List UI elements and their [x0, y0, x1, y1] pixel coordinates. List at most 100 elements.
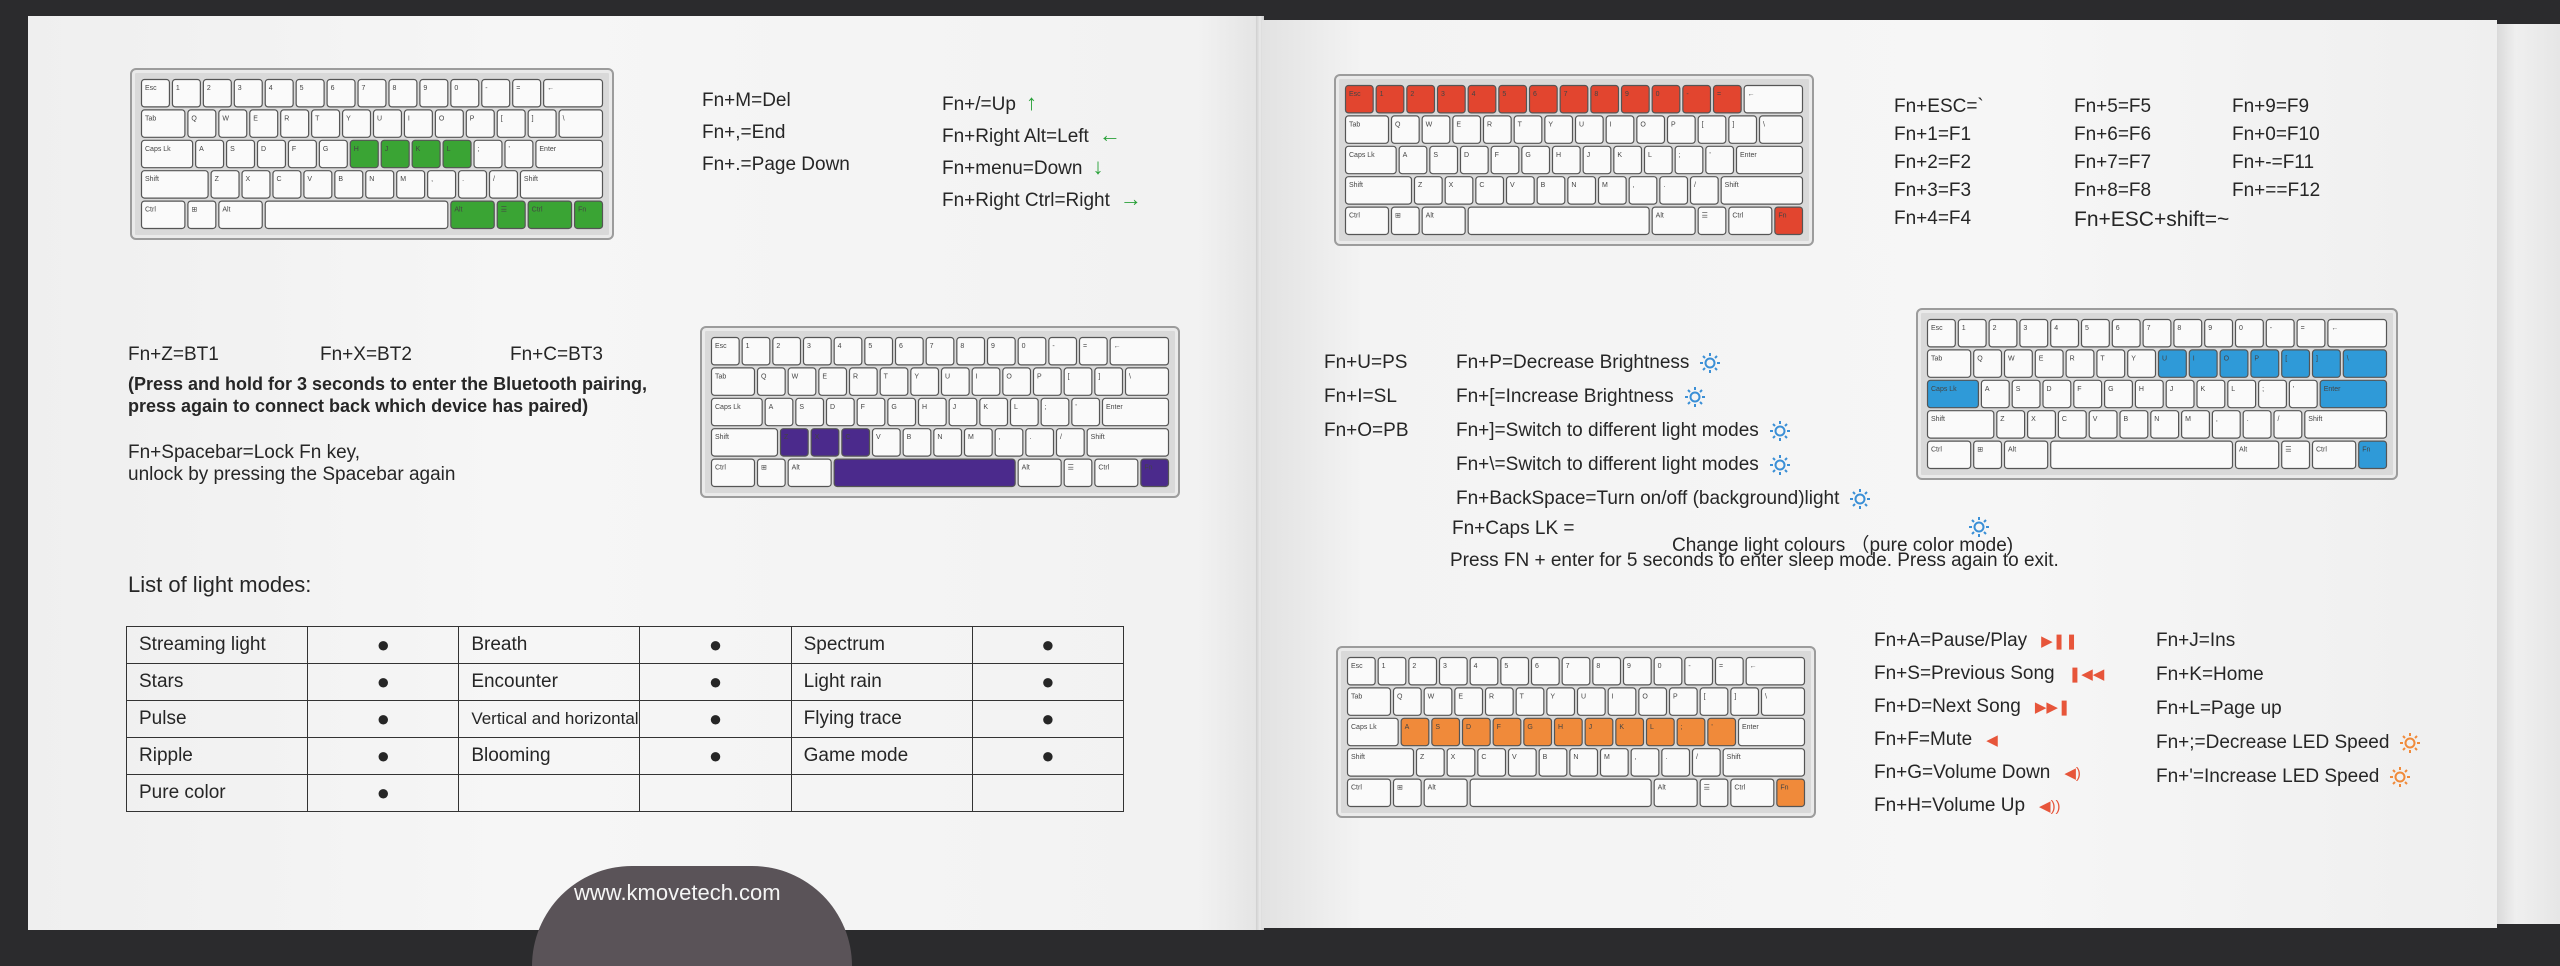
- media-shortcut: Fn+G=Volume Down ◀): [1874, 762, 2081, 783]
- keycap-label: Tab: [145, 115, 156, 122]
- keycap-label: 2: [1412, 663, 1416, 670]
- keycap-label: T: [1518, 121, 1523, 128]
- keycap-label: Enter: [2324, 386, 2341, 393]
- keycap: [1743, 84, 1804, 114]
- keycap-label: I: [1610, 121, 1612, 128]
- keycap-label: 0: [1022, 343, 1026, 350]
- media-shortcut: Fn+H=Volume Up ◀)): [1874, 795, 2061, 816]
- keycap: [1584, 717, 1614, 747]
- keycap: [512, 78, 542, 108]
- keycap-label: ☰: [1704, 785, 1710, 792]
- keycap-label: [: [501, 115, 503, 122]
- keycap-label: U: [1581, 693, 1586, 700]
- keycap: [2265, 318, 2295, 348]
- keycap: [1513, 115, 1543, 144]
- keycap-label: Z: [215, 176, 220, 183]
- keycap: [2003, 440, 2049, 470]
- keycap: [710, 458, 756, 488]
- keycap-label: G: [323, 146, 328, 153]
- keycap-label: .: [2247, 416, 2249, 423]
- fkey-shortcut: Fn+3=F3: [1894, 180, 1972, 201]
- keycap-label: Esc: [1931, 325, 1943, 332]
- keycap-label: Fn: [578, 207, 586, 214]
- mode-dot: ●: [639, 737, 792, 775]
- keycap: [1346, 748, 1415, 777]
- keycap-label: ←: [2331, 325, 2338, 332]
- keycap-label: B: [1541, 182, 1546, 189]
- keycap-label: Alt: [1426, 213, 1434, 220]
- keycap-label: 4: [838, 343, 842, 350]
- media-icon: ▶❚❚: [2041, 632, 2078, 650]
- keycap-label: Shift: [1349, 182, 1363, 189]
- fkey-shortcut: Fn+==F12: [2232, 180, 2321, 201]
- keycap: [1760, 687, 1806, 716]
- keycap: [140, 109, 186, 138]
- keycap: [1973, 440, 2003, 470]
- keycap-label: ;: [2262, 386, 2264, 393]
- bt-note: (Press and hold for 3 seconds to enter t…: [128, 374, 648, 394]
- keycap: [1492, 717, 1522, 747]
- keycap-label: X: [1451, 754, 1456, 761]
- keycap-label: 2: [207, 85, 211, 92]
- keycap-label: ,: [999, 434, 1001, 441]
- keycap-label: M: [968, 434, 974, 441]
- keycap-label: Ctrl: [145, 207, 156, 214]
- keycap-label: N: [1573, 754, 1578, 761]
- keycap-label: ]: [1098, 373, 1100, 380]
- keycap: [1561, 656, 1591, 686]
- keycap: [1599, 748, 1629, 777]
- mode-name: Stars: [125, 663, 309, 701]
- keycap: [249, 109, 279, 138]
- keycap: [1538, 748, 1568, 777]
- keycap: [171, 78, 201, 108]
- keycap: [1689, 176, 1719, 205]
- keycap-label: .: [1663, 182, 1665, 189]
- keycap-label: W: [1428, 693, 1435, 700]
- keycap: [1392, 778, 1422, 808]
- keycap: [2273, 410, 2303, 439]
- keycap-label: D: [1466, 724, 1471, 731]
- keycap-label: Tab: [1349, 121, 1360, 128]
- keycap-label: X: [246, 176, 251, 183]
- keycap-label: J: [953, 404, 957, 411]
- keycap-label: E: [1456, 121, 1461, 128]
- sun-icon: [2399, 732, 2421, 754]
- keycap-label: W: [2008, 355, 2015, 362]
- keycap: [948, 397, 978, 427]
- keycap: [1009, 397, 1039, 427]
- keycap-label: T: [884, 373, 889, 380]
- keycap-label: ☰: [2285, 447, 2291, 454]
- keycap-label: Caps Lk: [145, 146, 171, 153]
- keycap: [994, 428, 1024, 457]
- keycap: [450, 78, 480, 108]
- keycap-label: 3: [807, 343, 811, 350]
- keycap-label: ←: [547, 85, 554, 92]
- keycap: [710, 397, 763, 427]
- mode-name: Streaming light: [125, 626, 309, 664]
- keycap-label: \: [1763, 121, 1765, 128]
- keycap-label: 0: [2239, 325, 2243, 332]
- keycap: [1926, 379, 1980, 409]
- keycap: [2358, 440, 2388, 470]
- keycap: [1523, 717, 1553, 747]
- mode-dot: [639, 774, 792, 812]
- keycap: [979, 397, 1009, 427]
- keycap: [1674, 145, 1704, 175]
- keycap: [1423, 778, 1468, 808]
- arrow-shortcut: Fn+menu=Down ↓: [942, 154, 1104, 179]
- keycap-label: M: [2185, 416, 2191, 423]
- keycap: [1643, 145, 1673, 175]
- keycap-label: W: [222, 115, 229, 122]
- keycap-label: Shift: [1931, 416, 1945, 423]
- keycap: [1469, 778, 1652, 808]
- keycap-label: 7: [362, 85, 366, 92]
- keycap: [1346, 717, 1399, 747]
- keycap-label: Y: [1550, 693, 1555, 700]
- keycap-label: B: [907, 434, 912, 441]
- keycap: [140, 78, 171, 108]
- keycap-label: ': [1075, 404, 1076, 411]
- arrow-down-icon: ↓: [1092, 154, 1104, 179]
- keycap: [1055, 428, 1085, 457]
- keycap: [140, 170, 209, 199]
- keycap-label: Tab: [1351, 693, 1362, 700]
